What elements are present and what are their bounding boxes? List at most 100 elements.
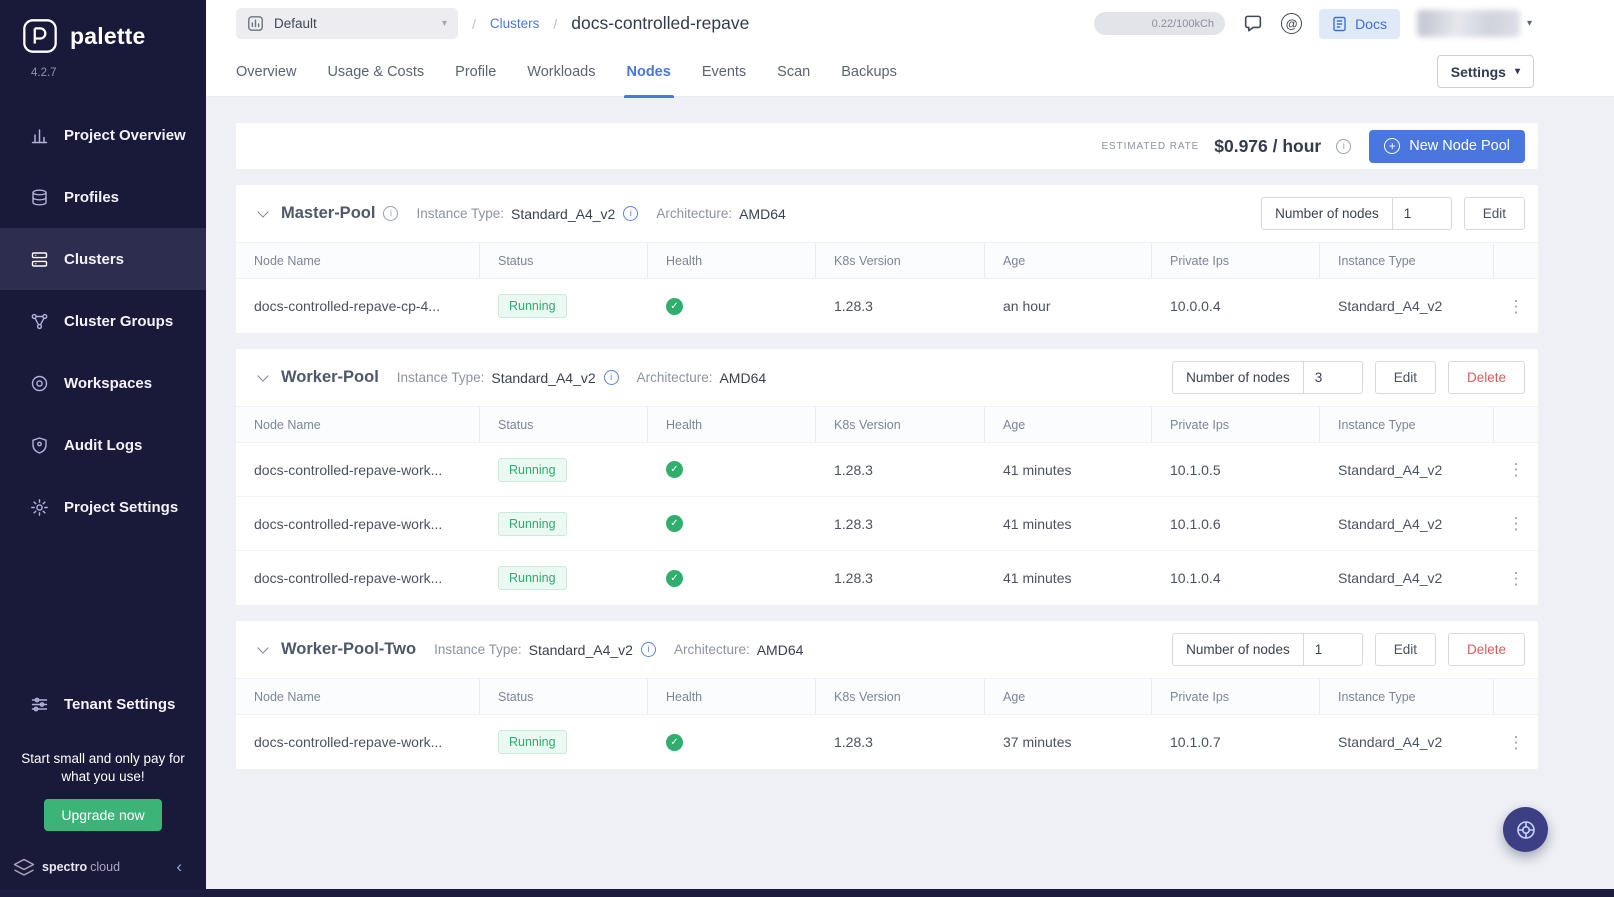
column-age: Age	[985, 679, 1152, 714]
sidebar-item-clusters[interactable]: Clusters	[0, 228, 206, 290]
brand-name: palette	[70, 22, 146, 49]
info-icon[interactable]: i	[640, 642, 656, 657]
collapse-chevron-icon[interactable]	[257, 369, 269, 382]
sidebar-item-project-overview[interactable]: Project Overview	[0, 104, 206, 166]
column-k8s-version: K8s Version	[816, 243, 985, 278]
column-instance-type: Instance Type	[1320, 679, 1494, 714]
architecture-value: AMD64	[739, 205, 786, 222]
delete-pool-button[interactable]: Delete	[1447, 633, 1525, 666]
top-header: Default ▾ / Clusters / docs-controlled-r…	[206, 0, 1614, 47]
chat-button[interactable]	[1242, 13, 1264, 35]
collapse-chevron-icon[interactable]	[257, 641, 269, 654]
edit-pool-button[interactable]: Edit	[1463, 197, 1525, 230]
node-name: docs-controlled-repave-cp-4...	[254, 298, 440, 314]
sidebar-item-tenant-settings[interactable]: Tenant Settings	[0, 674, 206, 736]
sidebar-nav: Project Overview Profiles Clusters Clust…	[0, 104, 206, 538]
sidebar-item-audit-logs[interactable]: Audit Logs	[0, 414, 206, 476]
sidebar-item-profiles[interactable]: Profiles	[0, 166, 206, 228]
row-menu-icon[interactable]: ⋮	[1502, 294, 1531, 319]
info-icon[interactable]: i	[623, 206, 639, 221]
number-of-nodes-input[interactable]	[1391, 198, 1451, 229]
instance-type-value: Standard_A4_v2	[528, 641, 633, 658]
edit-pool-button[interactable]: Edit	[1374, 361, 1436, 394]
nodes-table-header: Node Name Status Health K8s Version Age …	[236, 678, 1538, 715]
node-row: docs-controlled-repave-work... Running ✓…	[236, 443, 1538, 497]
project-selector[interactable]: Default ▾	[236, 8, 458, 39]
column-health: Health	[648, 243, 816, 278]
node-k8s-version: 1.28.3	[834, 515, 873, 532]
breadcrumb-link-clusters[interactable]: Clusters	[490, 16, 540, 31]
tab-backups[interactable]: Backups	[841, 47, 897, 97]
column-node-name: Node Name	[236, 407, 480, 442]
node-instance-type: Standard_A4_v2	[1338, 461, 1443, 478]
architecture-value: AMD64	[756, 641, 804, 658]
sidebar-item-label: Tenant Settings	[64, 696, 176, 714]
node-status-cell: Running	[480, 566, 648, 590]
column-health: Health	[648, 679, 816, 714]
new-node-pool-button[interactable]: + New Node Pool	[1369, 129, 1525, 163]
horizontal-scrollbar[interactable]	[0, 889, 1614, 897]
node-status-cell: Running	[480, 511, 648, 536]
chat-icon	[1244, 15, 1262, 31]
tab-events[interactable]: Events	[702, 47, 746, 97]
cluster-groups-icon	[29, 311, 49, 331]
sidebar-item-label: Profiles	[64, 188, 120, 206]
row-menu-icon[interactable]: ⋮	[1502, 566, 1531, 591]
column-status: Status	[480, 243, 648, 278]
architecture-label: Architecture:	[656, 206, 733, 221]
column-age: Age	[985, 407, 1152, 442]
number-of-nodes-input[interactable]	[1302, 362, 1362, 393]
chevron-down-icon: ▾	[1526, 18, 1532, 29]
tools-icon	[29, 695, 49, 715]
status-badge: Running	[498, 294, 567, 318]
number-of-nodes-control: Number of nodes	[1172, 361, 1363, 394]
upgrade-now-button[interactable]: Upgrade now	[44, 799, 162, 831]
clusters-icon	[29, 249, 49, 269]
spectro-cloud-brand: spectro cloud	[12, 858, 120, 877]
node-name: docs-controlled-repave-work...	[254, 461, 443, 478]
spectro-cloud-logo-icon	[13, 858, 35, 876]
tab-overview[interactable]: Overview	[236, 47, 296, 97]
pool-header: Worker-Pool Instance Type: Standard_A4_v…	[236, 349, 1538, 406]
info-icon[interactable]: i	[383, 206, 399, 221]
sidebar-item-workspaces[interactable]: Workspaces	[0, 352, 206, 414]
instance-type-value: Standard_A4_v2	[511, 205, 616, 222]
row-menu-icon[interactable]: ⋮	[1502, 511, 1531, 536]
tab-nodes[interactable]: Nodes	[623, 47, 675, 98]
collapse-chevron-icon[interactable]	[257, 205, 269, 218]
delete-pool-button[interactable]: Delete	[1447, 361, 1525, 394]
edit-pool-button[interactable]: Edit	[1374, 633, 1436, 666]
node-pool-card-worker-two: Worker-Pool-Two Instance Type: Standard_…	[236, 621, 1538, 769]
tab-usage-costs[interactable]: Usage & Costs	[327, 47, 424, 97]
docs-button[interactable]: Docs	[1319, 8, 1400, 39]
number-of-nodes-label: Number of nodes	[1186, 370, 1290, 385]
settings-button[interactable]: Settings ▾	[1436, 55, 1534, 88]
tab-profile[interactable]: Profile	[455, 47, 496, 97]
node-k8s-version: 1.28.3	[834, 461, 873, 478]
info-icon[interactable]: i	[1336, 138, 1352, 154]
sidebar-item-cluster-groups[interactable]: Cluster Groups	[0, 290, 206, 352]
row-menu-icon[interactable]: ⋮	[1502, 730, 1531, 755]
mention-button[interactable]: @	[1281, 13, 1303, 34]
row-menu-icon[interactable]: ⋮	[1502, 457, 1531, 482]
sidebar-item-project-settings[interactable]: Project Settings	[0, 476, 206, 538]
node-instance-type: Standard_A4_v2	[1338, 515, 1443, 532]
architecture-label: Architecture:	[673, 642, 750, 657]
promo-text: Start small and only pay for what you us…	[21, 750, 185, 784]
sidebar-bottom: Tenant Settings Start small and only pay…	[0, 674, 206, 897]
breadcrumb-separator: /	[472, 15, 476, 32]
pool-actions: Number of nodes Edit Delete	[1172, 633, 1525, 666]
info-icon[interactable]: i	[603, 370, 619, 385]
number-of-nodes-input[interactable]	[1302, 634, 1362, 665]
tab-scan[interactable]: Scan	[777, 47, 810, 97]
help-button[interactable]	[1503, 807, 1548, 852]
sidebar-collapse-icon[interactable]: ‹	[176, 857, 196, 877]
status-badge: Running	[498, 457, 567, 482]
number-of-nodes-label: Number of nodes	[1275, 206, 1379, 221]
tab-workloads[interactable]: Workloads	[527, 47, 595, 97]
node-health-cell: ✓	[648, 733, 816, 751]
node-row: docs-controlled-repave-work... Running ✓…	[236, 497, 1538, 551]
column-k8s-version: K8s Version	[816, 407, 985, 442]
node-row: docs-controlled-repave-work... Running ✓…	[236, 715, 1538, 769]
account-menu[interactable]: ▾	[1416, 10, 1532, 37]
